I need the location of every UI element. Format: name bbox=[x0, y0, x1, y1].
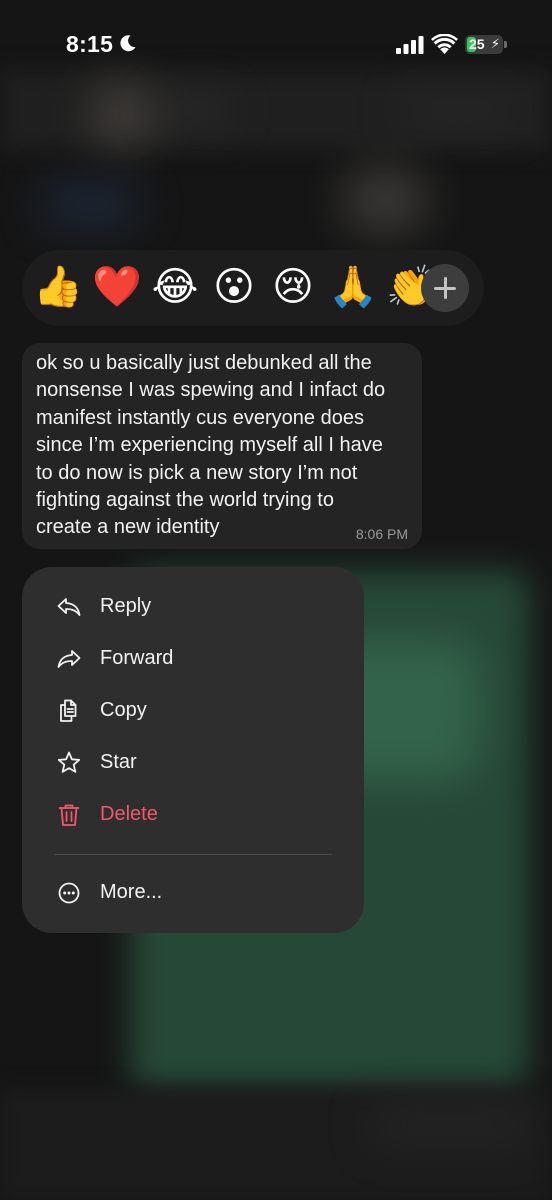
menu-item-label: Copy bbox=[100, 699, 147, 721]
reaction-tears-of-joy[interactable]: 😂 bbox=[151, 263, 199, 311]
reaction-bar: 👍 ❤️ 😂 😮 😢 🙏 👏 bbox=[22, 250, 484, 326]
battery-cap bbox=[504, 41, 507, 48]
menu-divider bbox=[54, 854, 332, 855]
blurred-element bbox=[340, 165, 430, 235]
reaction-surprised[interactable]: 😮 bbox=[210, 263, 258, 311]
cellular-signal-icon bbox=[396, 36, 424, 54]
menu-item-label: Star bbox=[100, 751, 137, 773]
menu-item-delete[interactable]: Delete bbox=[22, 789, 364, 841]
status-time: 8:15 bbox=[66, 31, 114, 57]
reaction-folded-hands[interactable]: 🙏 bbox=[328, 263, 378, 311]
copy-icon bbox=[60, 699, 77, 722]
menu-item-star[interactable]: Star bbox=[22, 737, 364, 789]
battery-percent: 25 bbox=[469, 36, 485, 52]
star-icon bbox=[57, 751, 81, 773]
menu-item-more[interactable]: More... bbox=[22, 867, 364, 919]
battery-icon: 25 ⚡ bbox=[465, 35, 503, 54]
message-bubble[interactable]: ok so u basically just debunked all the … bbox=[22, 343, 422, 549]
message-timestamp: 8:06 PM bbox=[355, 526, 408, 542]
add-reaction-button[interactable] bbox=[421, 264, 469, 312]
menu-item-label: Delete bbox=[100, 803, 158, 825]
plus-icon-stroke bbox=[443, 277, 447, 299]
menu-item-label: Forward bbox=[100, 647, 174, 669]
blurred-element bbox=[40, 185, 140, 225]
moon-icon bbox=[120, 35, 136, 52]
reaction-crying[interactable]: 😢 bbox=[269, 263, 317, 311]
blurred-contact-name bbox=[160, 100, 230, 122]
reaction-thumbs-up[interactable]: 👍 bbox=[33, 263, 83, 311]
menu-item-label: More... bbox=[100, 881, 163, 903]
status-bar: 8:15 25 ⚡ bbox=[0, 0, 552, 90]
message-context-menu: Reply Forward Copy Star Delete More... bbox=[22, 567, 364, 933]
reaction-heart[interactable]: ❤️ bbox=[92, 263, 142, 311]
menu-item-label: Reply bbox=[100, 595, 152, 617]
forward-icon bbox=[57, 650, 81, 668]
message-text: ok so u basically just debunked all the … bbox=[36, 352, 386, 539]
menu-item-forward[interactable]: Forward bbox=[22, 633, 364, 685]
trash-icon bbox=[58, 804, 80, 826]
menu-item-copy[interactable]: Copy bbox=[22, 685, 364, 737]
menu-item-reply[interactable]: Reply bbox=[22, 581, 364, 633]
blurred-avatar bbox=[88, 80, 158, 150]
reply-icon bbox=[57, 598, 81, 616]
wifi-icon bbox=[431, 34, 458, 54]
blurred-header-icons bbox=[400, 95, 520, 125]
charging-bolt-icon: ⚡ bbox=[490, 36, 500, 51]
blurred-input-icons bbox=[370, 1105, 530, 1145]
more-icon bbox=[58, 882, 80, 904]
